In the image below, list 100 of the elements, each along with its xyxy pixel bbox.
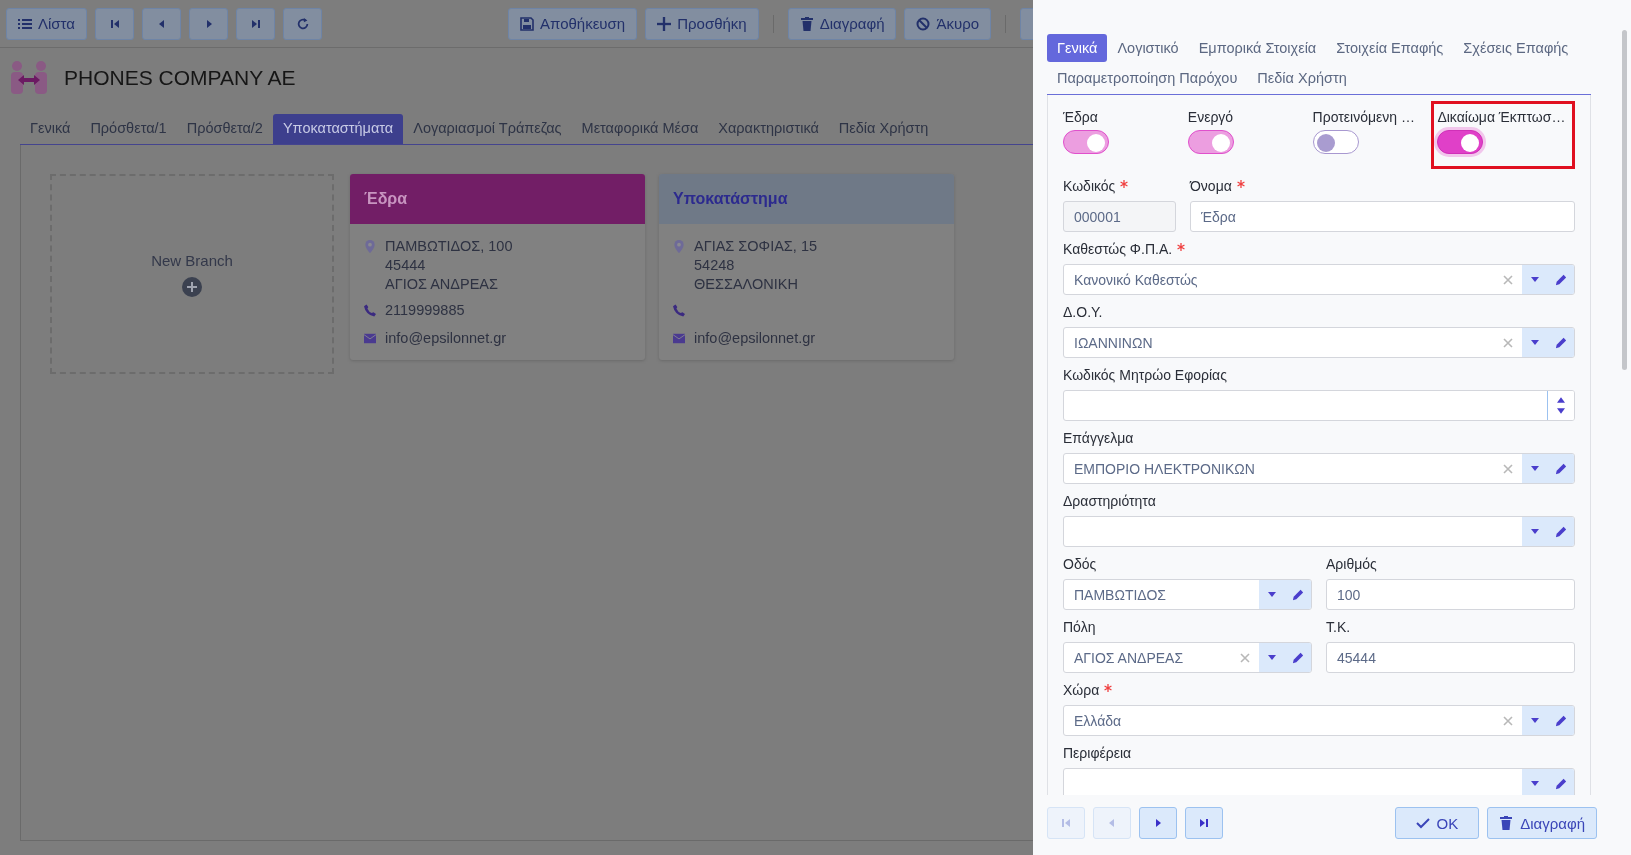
code-input[interactable]: 000001 [1063, 201, 1176, 232]
trash-icon [799, 16, 814, 31]
pencil-icon [1292, 588, 1304, 601]
branch-card[interactable]: Υποκατάστημα ΑΓΙΑΣ ΣΟΦΙΑΣ, 15 54248 ΘΕΣΣΑΛΟΝΙΚΗ info@epsilonnet.gr [659, 174, 954, 360]
dropdown-field[interactable]: ΑΓΙΟΣ ΑΝΔΡΕΑΣ [1063, 642, 1312, 673]
toggle-switch[interactable] [1437, 130, 1484, 154]
caret-icon [1268, 592, 1276, 597]
dropdown-field[interactable]: ΕΜΠΟΡΙΟ ΗΛΕΚΤΡΟΝΙΚΩΝ [1063, 453, 1575, 484]
email-address: info@epsilonnet.gr [694, 330, 816, 346]
field-label: Επάγγελμα [1063, 430, 1134, 446]
caret-icon [1531, 781, 1539, 786]
dropdown-field[interactable] [1063, 516, 1575, 547]
plus-circle-icon[interactable] [182, 276, 202, 297]
address-line: ΘΕΣΣΑΛΟΝΙΚΗ [694, 276, 799, 292]
first-button[interactable] [95, 7, 134, 40]
check-icon [1415, 816, 1430, 830]
tab[interactable]: Γενικά [20, 114, 81, 144]
address-line: ΑΓΙΑΣ ΣΟΦΙΑΣ, 15 [694, 238, 817, 254]
first-icon [1061, 818, 1071, 828]
tab[interactable]: Λογιστικό [1107, 34, 1189, 62]
pager-button[interactable] [1185, 807, 1223, 839]
pencil-icon [1555, 525, 1567, 538]
ban-icon [916, 16, 931, 31]
tab[interactable]: Σχέσεις Επαφής [1453, 34, 1579, 62]
number-input[interactable] [1063, 390, 1575, 421]
pencil-icon [1555, 336, 1567, 349]
dropdown-field[interactable]: ΙΩΑΝΝΙΝΩΝ [1063, 327, 1575, 358]
address-line: ΠΑΜΒΩΤΙΔΟΣ, 100 [385, 238, 513, 254]
switch-label: Προτεινόμενη … [1312, 109, 1416, 125]
spinner-button[interactable] [1547, 391, 1574, 420]
cancel-button[interactable]: Άκυρο [904, 7, 992, 40]
caret-icon [1531, 529, 1539, 534]
tab[interactable]: Λογαριασμοί Τράπεζας [403, 114, 572, 144]
address-line: ΑΓΙΟΣ ΑΝΔΡΕΑΣ [385, 276, 499, 292]
field-label: Χώρα [1063, 682, 1113, 698]
tab[interactable]: Πρόσθετα/2 [176, 114, 273, 144]
last-icon [1199, 818, 1209, 828]
last-button[interactable] [236, 7, 275, 40]
address-line: 54248 [694, 257, 736, 273]
text-input[interactable]: 45444 [1326, 642, 1575, 673]
field-label: Δ.Ο.Υ. [1063, 304, 1103, 320]
card-title: Υποκατάστημα [673, 190, 788, 208]
delete-button[interactable]: Διαγραφή [1487, 807, 1597, 839]
last-icon [250, 18, 261, 29]
tab[interactable]: Πεδία Χρήστη [828, 114, 939, 144]
field-label: Κωδικός [1063, 178, 1129, 194]
pencil-icon [1555, 777, 1567, 790]
tab[interactable]: Χαρακτηριστικά [708, 114, 829, 144]
delete-button[interactable]: Διαγραφή [787, 7, 897, 40]
field-label: Αριθμός [1326, 556, 1377, 572]
scrollbar-thumb[interactable] [1622, 30, 1627, 370]
tab[interactable]: Μεταφορικά Μέσα [571, 114, 709, 144]
save-button[interactable]: Αποθήκευση [508, 7, 638, 40]
field-label: Κωδικός Μητρώο Εφορίας [1063, 367, 1227, 383]
card-title: Έδρα [364, 190, 408, 208]
ok-button[interactable]: OK [1394, 807, 1480, 839]
field-label: Οδός [1063, 556, 1097, 572]
first-icon [109, 18, 120, 29]
tab[interactable]: Παραμετροποίηση Παρόχου [1047, 64, 1248, 92]
tab[interactable]: Εμπορικά Στοιχεία [1188, 34, 1327, 62]
list-icon [18, 16, 32, 31]
next-icon [1153, 818, 1163, 828]
pencil-icon [1555, 273, 1567, 286]
toggle-switch[interactable] [1312, 130, 1359, 154]
caret-icon [1531, 718, 1539, 723]
pencil-icon [1555, 714, 1567, 727]
envelope-icon [673, 332, 685, 345]
tab[interactable]: Πεδία Χρήστη [1247, 64, 1357, 92]
refresh-button[interactable] [283, 7, 322, 40]
previous-icon [1107, 818, 1117, 828]
caret-icon [1531, 340, 1539, 345]
tab[interactable]: Γενικά [1047, 34, 1108, 62]
switch-label: Ενεργό [1187, 109, 1235, 125]
dropdown-field[interactable]: Ελλάδα [1063, 705, 1575, 736]
plus-icon [657, 16, 672, 31]
field-label: Περιφέρεια [1063, 745, 1132, 761]
dropdown-field[interactable] [1063, 768, 1575, 795]
tab[interactable]: Στοιχεία Επαφής [1326, 34, 1454, 62]
phone-icon [673, 304, 685, 317]
field-label: Καθεστώς Φ.Π.Α. [1063, 241, 1186, 257]
text-input[interactable]: 100 [1326, 579, 1575, 610]
pencil-icon [1555, 462, 1567, 475]
dropdown-field[interactable]: Κανονικό Καθεστώς [1063, 264, 1575, 295]
list-button[interactable]: Λίστα [6, 7, 87, 40]
pencil-icon [1292, 651, 1304, 664]
add-button[interactable]: Προσθήκη [645, 7, 759, 40]
phone-icon [364, 304, 376, 317]
caret-icon [1268, 655, 1276, 660]
caret-icon [1531, 277, 1539, 282]
company-title: PHONES COMPANY AE [64, 66, 296, 90]
branch-card[interactable]: Έδρα ΠΑΜΒΩΤΙΔΟΣ, 100 45444 ΑΓΙΟΣ ΑΝΔΡΕΑΣ 2119999885 info@epsilonnet.gr [350, 174, 645, 360]
email-address: info@epsilonnet.gr [385, 330, 507, 346]
text-input[interactable]: Έδρα [1190, 201, 1575, 232]
new-branch-card[interactable]: New Branch [50, 174, 334, 374]
tab[interactable]: Πρόσθετα/1 [80, 114, 177, 144]
map-pin-icon [364, 240, 376, 253]
tab[interactable]: Υποκαταστήματα [272, 114, 404, 144]
field-label: Δραστηριότητα [1063, 493, 1156, 509]
new-branch-label: New Branch [151, 251, 233, 269]
dropdown-field[interactable]: ΠΑΜΒΩΤΙΔΟΣ [1063, 579, 1312, 610]
